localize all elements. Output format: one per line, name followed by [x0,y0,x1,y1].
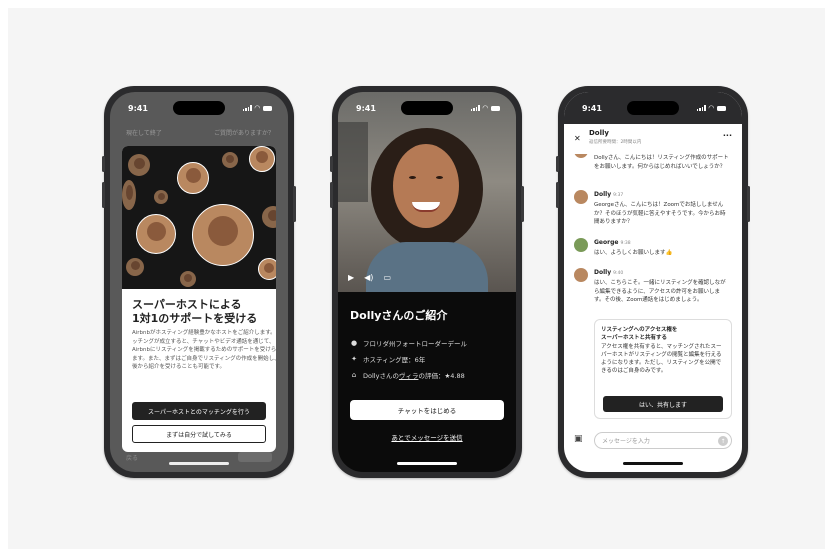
background-frame [338,122,368,202]
featured-host-avatar [192,204,254,266]
side-button [556,156,559,172]
home-indicator [169,462,229,465]
side-button [330,156,333,172]
host-avatar [258,258,276,280]
send-icon[interactable]: ↑ [718,436,728,446]
host-avatar [180,271,196,287]
message-later-link[interactable]: あとでメッセージを送信 [338,432,516,442]
side-button [330,182,333,208]
back-link[interactable]: 戻る [126,453,138,462]
signal-icon [470,105,480,111]
avatar [574,238,588,252]
home-indicator [397,462,457,465]
modal-title: スーパーホストによる 1対1のサポートを受ける [132,298,258,325]
villa-link[interactable]: ヴィラ [399,372,419,380]
host-portrait [409,176,416,179]
intro-title: Dollyさんのご紹介 [350,309,448,322]
status-bar: 9:41 ◠ [356,101,500,115]
location-pin-icon: ● [350,339,358,347]
video-controls: ▶ ◀) ▭ [348,273,391,282]
host-avatar [136,214,176,254]
card-description: アクセス権を共有すると、マッチングされたスーパーホストがリスティングの閲覧と編集… [601,344,722,374]
superhost-modal: スーパーホストによる 1対1のサポートを受ける Airbnbがホスティング経験豊… [122,146,276,452]
phone-onboarding: 9:41 ◠ 現在して終了 ご質問がありますか？ スーパーホストによる 1対1の… [102,86,296,478]
rating-row: ⌂ Dollyさんのヴィラの評価：★4.88 [351,371,465,380]
home-indicator [623,462,683,465]
modal-description: Airbnbがホスティング経験豊かなホストをご紹介します。マッチングが成立すると… [132,330,276,370]
wifi-icon: ◠ [254,103,260,112]
message-input[interactable]: メッセージを入力 ↑ [594,432,732,449]
signal-icon [242,105,252,111]
captions-icon[interactable]: ▭ [383,273,391,282]
screen: 9:41 ◠ ✕ Dolly 返信所要時間：2時間以内 ··· Dollyさん、… [564,92,742,472]
host-avatar [122,180,136,210]
status-bar: 9:41 ◠ [582,101,726,115]
volume-icon[interactable]: ◀) [364,273,373,282]
host-avatar [177,162,209,194]
host-portrait [436,176,443,179]
location-row: ● フロリダ州フォートローダーデール [350,339,467,348]
message-input-bar: ▣ メッセージを入力 ↑ [564,430,742,452]
share-access-button[interactable]: はい、共有します [603,396,723,412]
play-icon[interactable]: ▶ [348,273,354,282]
phone-introduction: ▶ ◀) ▭ 9:41 ◠ Dollyさんのご紹介 ● フロリダ州フォートローダ… [330,86,524,478]
battery-icon [491,105,500,111]
trophy-icon: ✦ [351,355,357,363]
chat-header: ✕ Dolly 返信所要時間：2時間以内 ··· [564,124,742,152]
chat-contact-name: Dolly [589,129,609,137]
host-avatar [222,152,238,168]
screen: 9:41 ◠ 現在して終了 ご質問がありますか？ スーパーホストによる 1対1の… [110,92,288,472]
host-portrait [366,242,488,292]
more-options-icon[interactable]: ··· [723,131,732,140]
host-avatar [249,146,275,172]
wifi-icon: ◠ [708,103,714,112]
chat-thread: Dollyさん、こんにちは！リスティング作成のサポートをお願いします。何からはじ… [564,154,742,426]
phone-chat: 9:41 ◠ ✕ Dolly 返信所要時間：2時間以内 ··· Dollyさん、… [556,86,750,478]
questions-link[interactable]: ご質問がありますか？ [214,128,274,137]
host-avatar [262,206,276,228]
hosting-years-row: ✦ ホスティング歴：6年 [351,355,426,364]
host-photo-collage [122,146,276,289]
chat-message: George 9:38 はい、よろしくお願いします👍 [574,238,732,262]
host-avatar [154,190,168,204]
start-chat-button[interactable]: チャットをはじめる [350,400,504,420]
chat-message: Dolly 9:40 はい、こちらこそ。一緒にリスティングを確認しながら編集できる… [574,268,732,318]
next-button[interactable] [238,452,272,462]
home-icon: ⌂ [351,371,357,379]
match-superhost-button[interactable]: スーパーホストとのマッチングを行う [132,402,266,420]
battery-icon [263,105,272,111]
chat-message: Dollyさん、こんにちは！リスティング作成のサポートをお願いします。何からはじ… [574,154,732,184]
side-button [102,156,105,172]
card-title: リスティングへのアクセス権を スーパーホストと共有する [601,327,678,341]
wifi-icon: ◠ [482,103,488,112]
side-button [521,186,524,222]
avatar [574,268,588,282]
status-time: 9:41 [356,103,376,113]
status-time: 9:41 [582,103,602,113]
try-myself-button[interactable]: まずは自分で試してみる [132,425,266,443]
avatar [574,154,588,158]
save-exit-link[interactable]: 現在して終了 [126,128,162,137]
top-bar: 現在して終了 ご質問がありますか？ [126,128,274,137]
bottom-nav: 戻る [126,452,272,462]
battery-icon [717,105,726,111]
side-button [102,182,105,208]
host-avatar [128,154,150,176]
side-button [556,182,559,208]
host-avatar [126,258,144,276]
status-bar: 9:41 ◠ [128,101,272,115]
host-portrait [393,144,459,228]
chat-message: Dolly 9:37 Georgeさん、こんにちは！Zoomでお話ししませんか？そ… [574,190,732,232]
signal-icon [696,105,706,111]
access-share-card: リスティングへのアクセス権を スーパーホストと共有する アクセス権を共有すると、… [594,319,732,419]
response-time: 返信所要時間：2時間以内 [589,140,642,145]
host-video[interactable]: ▶ ◀) ▭ [338,92,516,292]
side-button [747,186,750,222]
screen: ▶ ◀) ▭ 9:41 ◠ Dollyさんのご紹介 ● フロリダ州フォートローダ… [338,92,516,472]
close-icon[interactable]: ✕ [574,134,581,143]
side-button [293,186,296,222]
avatar [574,190,588,204]
image-icon[interactable]: ▣ [574,434,583,444]
status-time: 9:41 [128,103,148,113]
